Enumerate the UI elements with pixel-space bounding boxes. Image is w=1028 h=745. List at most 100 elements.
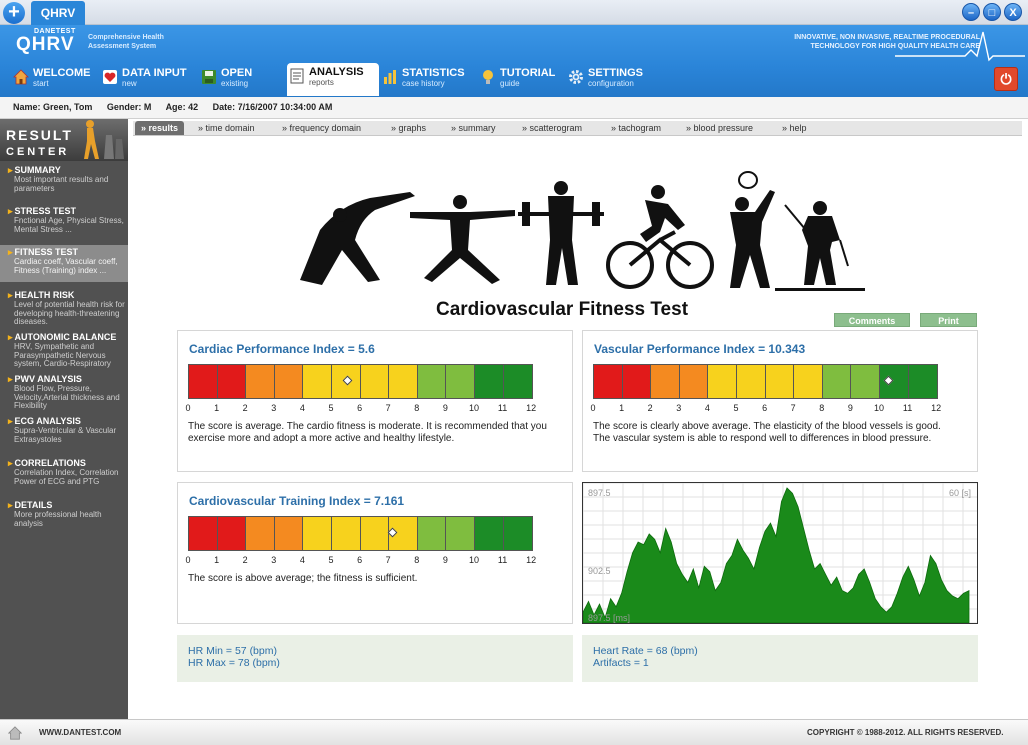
scale-segment [503, 517, 533, 550]
scale-segment [417, 365, 447, 398]
nav-tutorial-sub: guide [500, 79, 520, 88]
tachogram-label-top: 897.5 [588, 488, 611, 498]
nav-welcome[interactable]: WELCOME start [13, 64, 95, 94]
scale-segment [594, 365, 623, 398]
cardiac-ticks: 0 1 2 3 4 5 6 7 8 9 10 11 12 [185, 403, 536, 415]
scale-segment [651, 365, 680, 398]
training-description: The score is above average; the fitness … [188, 573, 418, 584]
logo-subtitle: Comprehensive Health Assessment System [88, 34, 164, 50]
scale-segment [360, 517, 390, 550]
sidebar-item-ecg-analysis[interactable]: ECG ANALYSIS Supra-Ventricular & Vascula… [0, 414, 128, 446]
scale-tick-label: 8 [414, 555, 420, 565]
scale-tick-label: 9 [442, 403, 448, 413]
sidebar-item-fitness-desc: Cardiac coeff, Vascular coeff, Fitness (… [14, 257, 118, 275]
sidebar-item-summary[interactable]: SUMMARY Most important results and param… [0, 163, 128, 195]
scale-tick-label: 11 [902, 403, 913, 413]
lightbulb-icon [483, 70, 493, 84]
comments-button[interactable]: Comments [834, 313, 910, 327]
power-button[interactable]: ⏻ [994, 67, 1018, 91]
scale-tick-label: 1 [214, 403, 220, 413]
nav-statistics[interactable]: STATISTICS case history [382, 64, 474, 94]
sidebar-item-details[interactable]: DETAILS More professional health analysi… [0, 498, 128, 530]
vascular-ticks: 0 1 2 3 4 5 6 7 8 9 10 11 12 [590, 403, 941, 415]
nav-data-input[interactable]: DATA INPUT new [102, 64, 197, 94]
tachogram-area [582, 487, 970, 624]
app-tab[interactable]: QHRV [31, 1, 85, 25]
tab-blood-pressure[interactable]: » blood pressure [686, 121, 753, 135]
maximize-button[interactable]: □ [983, 3, 1001, 21]
hr-min: HR Min = 57 (bpm) [188, 645, 277, 657]
tab-results[interactable]: » results [135, 121, 185, 135]
scale-segment [474, 365, 504, 398]
scale-segment [189, 517, 218, 550]
minimize-button[interactable]: – [962, 3, 980, 21]
tab-graphs[interactable]: » graphs [391, 121, 426, 135]
nav-open[interactable]: OPEN existing [201, 64, 271, 94]
nav-tutorial-title: TUTORIAL [500, 67, 556, 79]
nav-tutorial[interactable]: TUTORIAL guide [480, 64, 562, 94]
result-center-header: RESULT CENTER [0, 119, 128, 161]
scale-tick-label: 4 [299, 403, 305, 413]
scale-tick-label: 4 [299, 555, 305, 565]
tab-frequency-domain[interactable]: » frequency domain [282, 121, 361, 135]
sidebar-item-autonomic-balance[interactable]: AUTONOMIC BALANCE HRV, Sympathetic and P… [0, 330, 128, 371]
tab-summary[interactable]: » summary [451, 121, 496, 135]
website-link[interactable]: WWW.DANTEST.COM [39, 728, 121, 737]
scale-tick-label: 1 [619, 403, 625, 413]
training-title: Cardiovascular Training Index = 7.161 [189, 494, 405, 508]
scale-tick-label: 7 [385, 403, 391, 413]
sidebar-item-pwv-analysis[interactable]: PWV ANALYSIS Blood Flow, Pressure, Veloc… [0, 372, 128, 413]
scale-segment [622, 365, 652, 398]
scale-segment [708, 365, 737, 398]
tab-time-domain[interactable]: » time domain [198, 121, 255, 135]
heart-rate-box: Heart Rate = 68 (bpm) Artifacts = 1 [582, 635, 978, 682]
patient-bar: Name: Green, Tom Gender: M Age: 42 Date:… [0, 97, 1028, 119]
scale-segment [389, 365, 418, 398]
sidebar-item-health-risk[interactable]: HEALTH RISK Level of potential health ri… [0, 288, 128, 329]
title-bar [0, 0, 1028, 25]
close-button[interactable]: X [1004, 3, 1022, 21]
scale-segment [446, 517, 475, 550]
nav-analysis-title: ANALYSIS [309, 66, 364, 78]
tab-scatterogram[interactable]: » scatterogram [522, 121, 582, 135]
scale-segment [794, 365, 823, 398]
sidebar-item-correlations[interactable]: CORRELATIONS Correlation Index, Correlat… [0, 456, 128, 488]
scale-tick-label: 6 [357, 403, 363, 413]
training-ticks: 0 1 2 3 4 5 6 7 8 9 10 11 12 [185, 555, 536, 567]
print-button[interactable]: Print [920, 313, 977, 327]
scale-tick-label: 2 [242, 403, 248, 413]
vascular-performance-panel: Vascular Performance Index = 10.343 0123… [582, 330, 978, 472]
nav-welcome-sub: start [33, 79, 49, 88]
scale-segment [446, 365, 475, 398]
copyright: COPYRIGHT © 1988-2012. ALL RIGHTS RESERV… [807, 728, 1004, 737]
sidebar-item-summary-desc: Most important results and parameters [14, 175, 109, 193]
home-icon [13, 69, 29, 85]
scale-tick-label: 4 [704, 403, 710, 413]
scale-tick-label: 5 [328, 555, 334, 565]
sidebar-item-stress-test[interactable]: STRESS TEST Fnctional Age, Physical Stre… [0, 204, 128, 236]
runner-icon [84, 120, 124, 159]
scale-tick-label: 11 [497, 403, 508, 413]
tab-tachogram[interactable]: » tachogram [611, 121, 661, 135]
heart-rate: Heart Rate = 68 (bpm) [593, 645, 698, 657]
tachogram-label-mid: 902.5 [588, 566, 611, 576]
scale-segment [331, 517, 361, 550]
cardiac-scale [188, 364, 534, 399]
vascular-description: The score is clearly above average. The … [593, 421, 941, 444]
nav-settings-title: SETTINGS [588, 67, 644, 79]
nav-settings[interactable]: SETTINGS configuration [568, 64, 653, 94]
scale-tick-label: 2 [242, 555, 248, 565]
sidebar-item-fitness-test[interactable]: FITNESS TEST Cardiac coeff, Vascular coe… [0, 245, 128, 282]
hr-range-box: HR Min = 57 (bpm) HR Max = 78 (bpm) [177, 635, 573, 682]
home-icon[interactable] [8, 726, 22, 740]
sidebar-item-ecg-desc: Supra-Ventricular & Vascular Extrasystol… [14, 426, 117, 444]
nav-analysis[interactable]: ANALYSIS reports [287, 63, 379, 96]
scale-segment [736, 365, 766, 398]
scale-tick-label: 6 [762, 403, 768, 413]
new-tab-button[interactable]: + [3, 2, 25, 24]
scale-tick-label: 10 [468, 555, 480, 565]
scale-tick-label: 8 [819, 403, 825, 413]
tab-help[interactable]: » help [782, 121, 807, 135]
scale-segment [217, 517, 247, 550]
scale-tick-label: 9 [442, 555, 448, 565]
